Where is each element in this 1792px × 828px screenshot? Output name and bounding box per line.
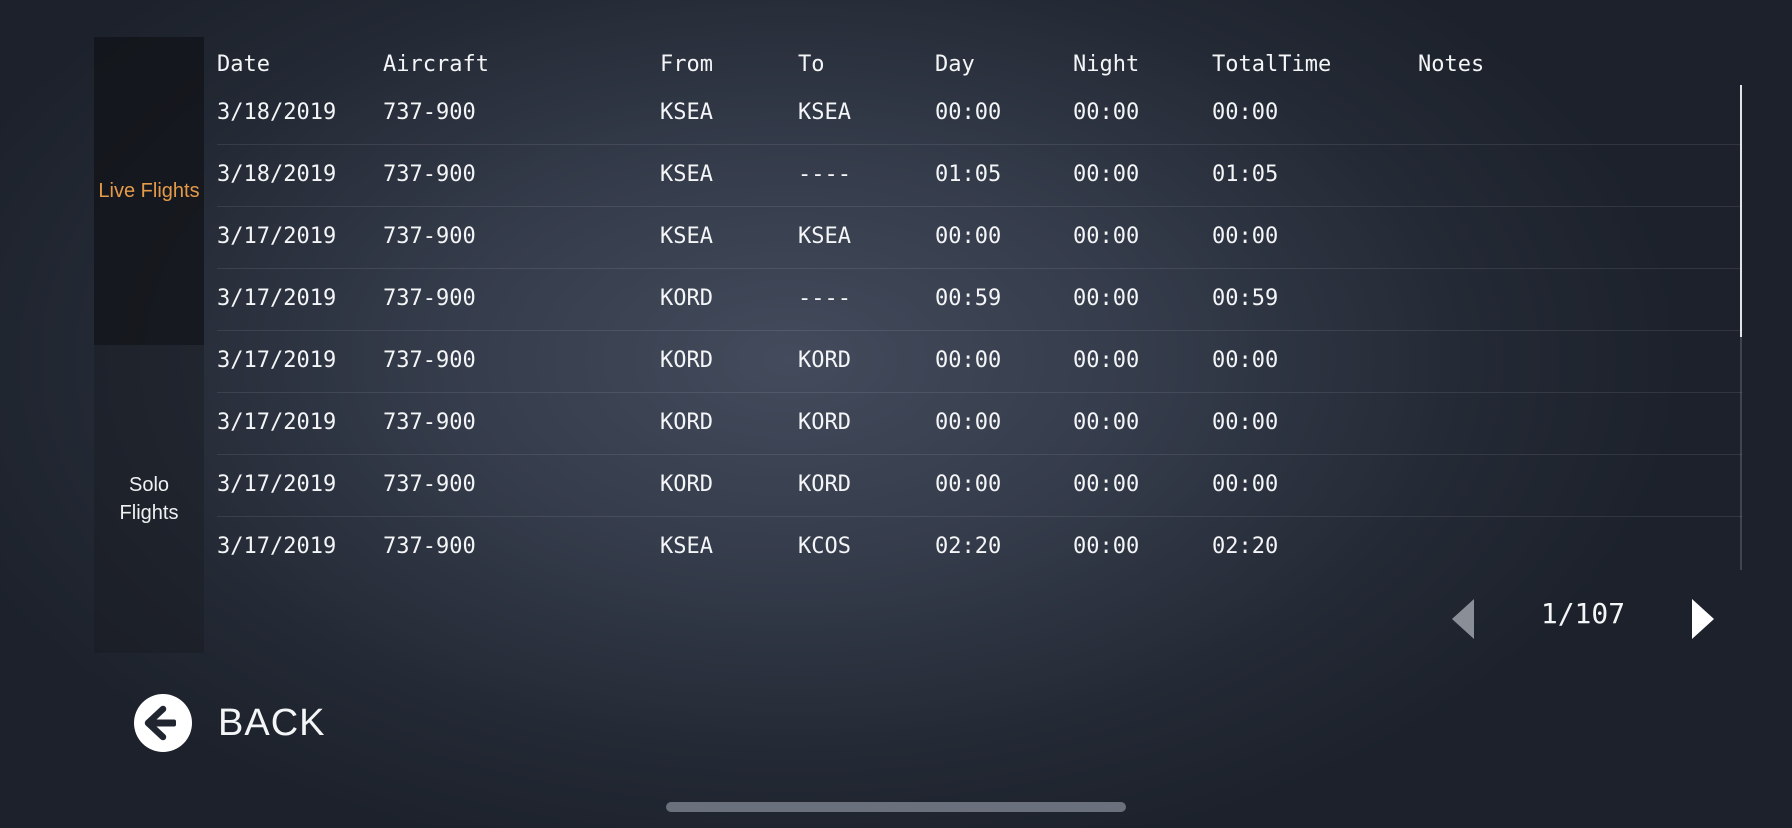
cell-date: 3/17/2019 [217,286,337,311]
table-row[interactable]: 3/17/2019 737-900 KORD KORD 00:00 00:00 … [217,392,1742,455]
cell-totaltime: 00:00 [1212,472,1279,497]
cell-aircraft: 737-900 [383,286,476,311]
cell-aircraft: 737-900 [383,100,476,125]
cell-day: 00:00 [935,410,1002,435]
cell-night: 00:00 [1073,410,1140,435]
cell-day: 00:00 [935,348,1002,373]
page-indicator: 1/107 [1540,597,1626,630]
cell-night: 00:00 [1073,162,1140,187]
cell-from: KORD [660,348,713,373]
cell-totaltime: 00:00 [1212,348,1279,373]
cell-day: 00:00 [935,224,1002,249]
cell-to: KSEA [798,100,851,125]
cell-date: 3/17/2019 [217,410,337,435]
cell-night: 00:00 [1073,100,1140,125]
cell-to: ---- [798,286,851,311]
cell-to: KORD [798,472,851,497]
cell-aircraft: 737-900 [383,162,476,187]
tab-solo-flights[interactable]: Solo Flights [94,345,204,653]
table-row[interactable]: 3/17/2019 737-900 KSEA KSEA 00:00 00:00 … [217,206,1742,269]
cell-night: 00:00 [1073,286,1140,311]
cell-from: KSEA [660,534,713,559]
cell-day: 02:20 [935,534,1002,559]
cell-to: KSEA [798,224,851,249]
cell-date: 3/17/2019 [217,348,337,373]
cell-aircraft: 737-900 [383,224,476,249]
home-indicator[interactable] [666,802,1126,812]
tab-solo-flights-label: Solo Flights [119,474,179,524]
cell-totaltime: 02:20 [1212,534,1279,559]
arrow-left-circle-icon [134,694,192,752]
cell-totaltime: 00:00 [1212,410,1279,435]
cell-night: 00:00 [1073,224,1140,249]
cell-night: 00:00 [1073,348,1140,373]
sidebar: Live Flights Solo Flights [94,37,204,653]
cell-from: KSEA [660,162,713,187]
cell-to: ---- [798,162,851,187]
table-row[interactable]: 3/17/2019 737-900 KORD KORD 00:00 00:00 … [217,454,1742,517]
cell-aircraft: 737-900 [383,472,476,497]
cell-date: 3/17/2019 [217,472,337,497]
table-row[interactable]: 3/17/2019 737-900 KSEA KCOS 02:20 00:00 … [217,516,1742,578]
cell-night: 00:00 [1073,472,1140,497]
cell-totaltime: 01:05 [1212,162,1279,187]
cell-aircraft: 737-900 [383,534,476,559]
cell-from: KSEA [660,100,713,125]
caret-left-icon [1452,599,1474,639]
cell-to: KORD [798,348,851,373]
tab-live-flights-label: Live Flights [98,180,200,202]
cell-to: KORD [798,410,851,435]
back-button[interactable]: BACK [134,693,325,753]
cell-from: KORD [660,286,713,311]
cell-aircraft: 737-900 [383,410,476,435]
cell-date: 3/18/2019 [217,162,337,187]
table-row[interactable]: 3/18/2019 737-900 KSEA KSEA 00:00 00:00 … [217,82,1742,145]
cell-totaltime: 00:00 [1212,100,1279,125]
cell-day: 00:59 [935,286,1002,311]
caret-right-icon [1692,599,1714,639]
previous-page-button[interactable] [1450,599,1476,639]
tab-live-flights[interactable]: Live Flights [94,37,204,345]
cell-day: 01:05 [935,162,1002,187]
cell-from: KORD [660,472,713,497]
table-row[interactable]: 3/17/2019 737-900 KORD KORD 00:00 00:00 … [217,330,1742,393]
cell-totaltime: 00:59 [1212,286,1279,311]
cell-date: 3/17/2019 [217,534,337,559]
next-page-button[interactable] [1690,599,1716,639]
cell-date: 3/18/2019 [217,100,337,125]
cell-day: 00:00 [935,472,1002,497]
cell-to: KCOS [798,534,851,559]
cell-totaltime: 00:00 [1212,224,1279,249]
cell-from: KSEA [660,224,713,249]
cell-day: 00:00 [935,100,1002,125]
cell-date: 3/17/2019 [217,224,337,249]
cell-aircraft: 737-900 [383,348,476,373]
table-row[interactable]: 3/17/2019 737-900 KORD ---- 00:59 00:00 … [217,268,1742,331]
table-scroll-thumb[interactable] [1740,85,1742,337]
back-label: BACK [218,701,326,744]
cell-from: KORD [660,410,713,435]
table-row[interactable]: 3/18/2019 737-900 KSEA ---- 01:05 00:00 … [217,144,1742,207]
cell-night: 00:00 [1073,534,1140,559]
table-scrollbar[interactable] [1740,85,1742,570]
